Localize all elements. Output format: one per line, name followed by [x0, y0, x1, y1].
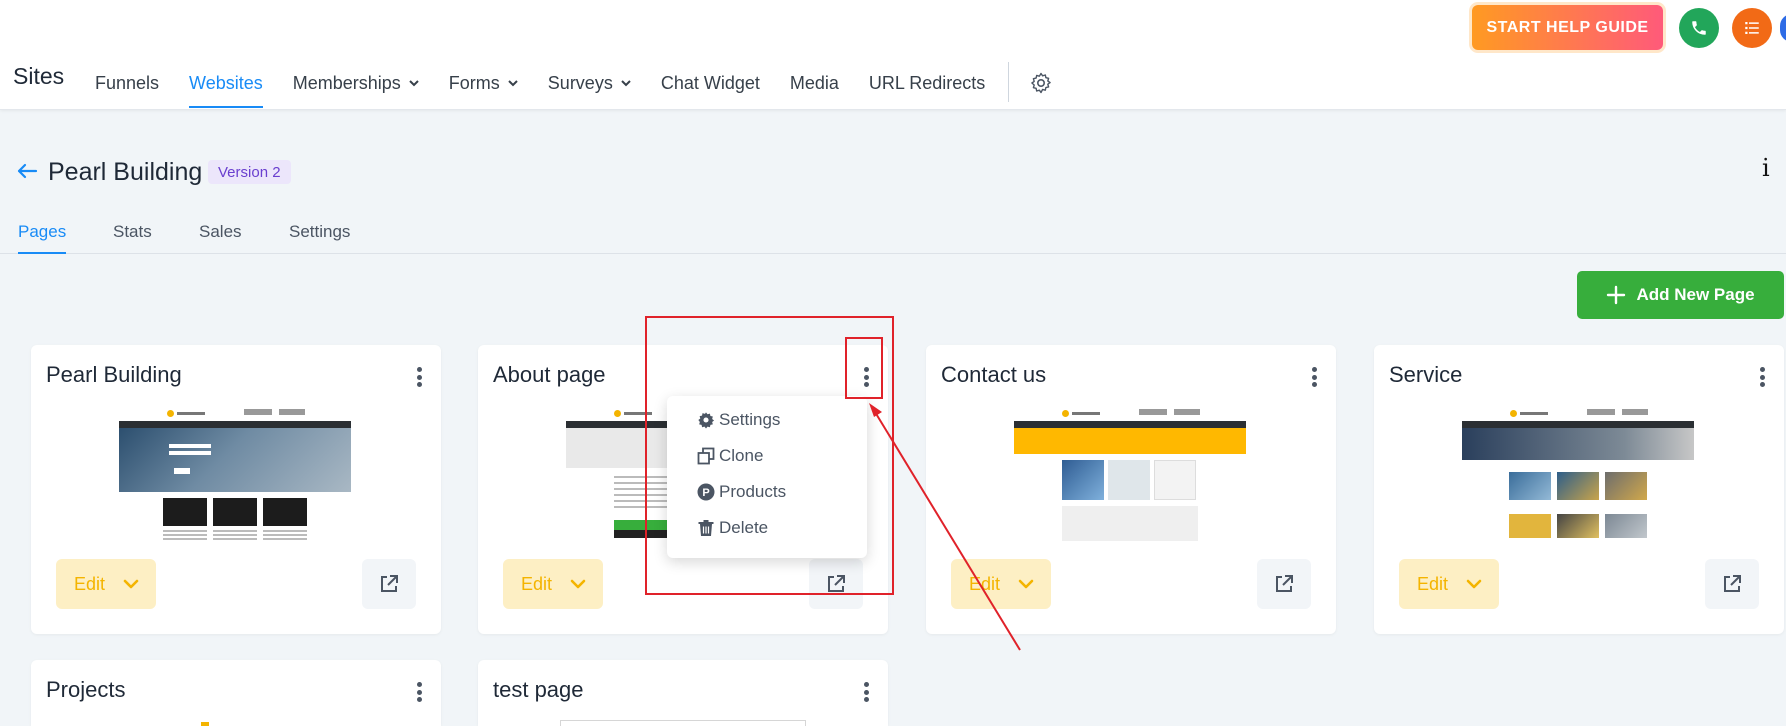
page-thumbnail	[560, 720, 806, 726]
page-card: Pearl Building Edit	[31, 345, 441, 634]
page-card: Service Edit	[1374, 345, 1784, 634]
gear-icon	[1031, 72, 1052, 94]
tab-stats[interactable]: Stats	[113, 222, 152, 254]
kebab-menu-icon[interactable]	[1306, 365, 1322, 389]
nav-url-redirects[interactable]: URL Redirects	[854, 56, 1000, 110]
open-page-button[interactable]	[1705, 559, 1759, 609]
nav-chat-widget[interactable]: Chat Widget	[646, 56, 775, 110]
nav-surveys[interactable]: Surveys	[533, 56, 646, 110]
edit-label: Edit	[1417, 573, 1449, 594]
edit-dropdown-button[interactable]: Edit	[503, 559, 603, 609]
tab-pages[interactable]: Pages	[18, 222, 67, 254]
nav-label: Chat Widget	[660, 72, 760, 93]
tab-sales[interactable]: Sales	[199, 222, 242, 254]
nav-divider	[1008, 62, 1010, 102]
open-page-button[interactable]	[1257, 559, 1311, 609]
nav-funnels[interactable]: Funnels	[80, 56, 174, 110]
nav-label: Memberships	[292, 72, 401, 93]
page-thumbnail	[201, 722, 209, 726]
edit-label: Edit	[969, 573, 1001, 594]
chevron-down-icon	[621, 80, 631, 87]
nav-label: Surveys	[547, 72, 613, 93]
nav-label: Websites	[189, 72, 263, 93]
top-navbar: Sites Funnels Websites Memberships Forms…	[0, 0, 1786, 110]
kebab-menu-icon[interactable]	[411, 680, 427, 704]
plus-icon	[1607, 285, 1626, 305]
nav-label: Forms	[448, 72, 500, 93]
chevron-down-icon	[409, 80, 419, 87]
annotation-kebab-box	[845, 337, 883, 399]
nav-forms[interactable]: Forms	[434, 56, 533, 110]
settings-gear-button[interactable]	[1017, 56, 1065, 110]
page-card-title: Projects	[46, 677, 126, 702]
edit-label: Edit	[74, 573, 106, 594]
page-thumbnail	[1014, 405, 1246, 541]
open-page-button[interactable]	[362, 559, 416, 609]
chevron-down-icon	[570, 579, 586, 589]
page-card: test page	[478, 660, 888, 726]
page-card-title: Pearl Building	[46, 362, 182, 387]
page-thumbnail	[119, 405, 351, 541]
site-tabs: Pages Stats Sales Settings	[0, 220, 1786, 254]
tab-settings[interactable]: Settings	[289, 222, 350, 254]
add-new-page-button[interactable]: Add New Page	[1577, 271, 1784, 319]
site-title: Pearl Building	[48, 158, 203, 186]
page-card-title: Contact us	[941, 362, 1047, 387]
page-card-title: Service	[1389, 362, 1463, 387]
task-list-button[interactable]	[1732, 8, 1772, 48]
nav-label: Funnels	[95, 72, 160, 93]
page-thumbnail	[1462, 405, 1694, 541]
side-widget-tab[interactable]	[1780, 14, 1786, 42]
edit-dropdown-button[interactable]: Edit	[1399, 559, 1499, 609]
external-link-icon	[1276, 575, 1293, 592]
edit-label: Edit	[521, 573, 553, 594]
list-icon	[1745, 22, 1759, 34]
main-nav: Funnels Websites Memberships Forms Surve…	[80, 56, 1065, 110]
nav-websites[interactable]: Websites	[174, 56, 278, 110]
external-link-icon	[1724, 575, 1741, 592]
kebab-menu-icon[interactable]	[858, 680, 874, 704]
chevron-down-icon	[123, 579, 139, 589]
external-link-icon	[381, 575, 398, 592]
add-new-page-label: Add New Page	[1636, 285, 1755, 304]
nav-label: Media	[789, 72, 839, 93]
back-arrow-icon[interactable]	[16, 160, 38, 182]
phone-button[interactable]	[1679, 8, 1719, 48]
info-button[interactable]: i	[1762, 154, 1770, 182]
nav-media[interactable]: Media	[775, 56, 854, 110]
page-card-title: About page	[493, 362, 606, 387]
page-card-title: test page	[493, 677, 584, 702]
page-card: Projects	[31, 660, 441, 726]
start-help-guide-button[interactable]: START HELP GUIDE	[1472, 5, 1663, 50]
phone-icon	[1692, 21, 1706, 35]
page-card: Contact us Edit	[926, 345, 1336, 634]
kebab-menu-icon[interactable]	[1754, 365, 1770, 389]
chevron-down-icon	[1018, 579, 1034, 589]
version-badge: Version 2	[208, 160, 291, 184]
edit-dropdown-button[interactable]: Edit	[56, 559, 156, 609]
edit-dropdown-button[interactable]: Edit	[951, 559, 1051, 609]
nav-memberships[interactable]: Memberships	[278, 56, 434, 110]
kebab-menu-icon[interactable]	[411, 365, 427, 389]
nav-label: URL Redirects	[868, 72, 986, 93]
chevron-down-icon	[508, 80, 518, 87]
chevron-down-icon	[1466, 579, 1482, 589]
app-title: Sites	[13, 63, 65, 89]
